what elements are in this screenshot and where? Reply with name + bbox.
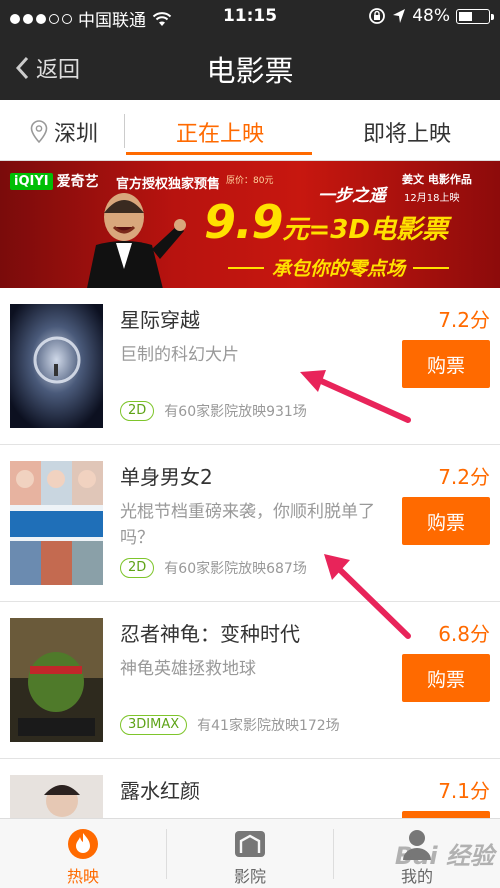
movie-score: 7.1分 bbox=[438, 779, 490, 803]
tab-coming-soon[interactable]: 即将上映 bbox=[363, 116, 451, 148]
divider bbox=[124, 114, 125, 148]
buy-ticket-button[interactable]: 购票 bbox=[402, 654, 490, 702]
movie-poster[interactable] bbox=[10, 618, 103, 742]
movie-description: 光棍节档重磅来袭，你顺利脱单了吗？ bbox=[120, 502, 375, 548]
cinema-count: 有60家影院放映687场 bbox=[164, 561, 307, 577]
movie-title: 忍者神龟：变种时代 bbox=[120, 622, 300, 646]
buy-ticket-button[interactable]: 购票 bbox=[402, 340, 490, 388]
movie-title: 露水红颜 bbox=[120, 779, 200, 803]
flame-icon bbox=[68, 829, 98, 859]
movie-title: 星际穿越 bbox=[120, 308, 200, 332]
movie-title: 单身男女2 bbox=[120, 465, 213, 489]
movie-score: 7.2分 bbox=[438, 308, 490, 332]
active-tab-indicator bbox=[126, 152, 312, 155]
list-item[interactable]: 星际穿越 7.2分 巨制的科幻大片 购票 2D 有60家影院放映931场 bbox=[0, 288, 500, 445]
original-price: 原价：80元 bbox=[226, 176, 274, 186]
cinema-count: 有41家影院放映172场 bbox=[197, 718, 340, 734]
cinema-icon bbox=[235, 831, 265, 857]
rotation-lock-icon bbox=[369, 8, 386, 24]
tab-cinemas[interactable]: 影院 bbox=[167, 819, 333, 888]
location-pin-icon bbox=[30, 120, 48, 144]
location-arrow-icon bbox=[393, 9, 406, 23]
list-item[interactable]: 忍者神龟：变种时代 6.8分 神龟英雄拯救地球 购票 3DIMAX 有41家影院… bbox=[0, 602, 500, 759]
movie-poster[interactable] bbox=[10, 775, 103, 818]
city-selector[interactable]: 深圳 bbox=[30, 116, 98, 148]
tab-hot-movies[interactable]: 热映 bbox=[0, 819, 166, 888]
tab-now-showing[interactable]: 正在上映 bbox=[176, 116, 264, 148]
watermark-logo: Bai 经验 bbox=[394, 842, 494, 870]
page-title: 电影票 bbox=[206, 54, 294, 88]
list-item[interactable]: 单身男女2 7.2分 光棍节档重磅来袭，你顺利脱单了吗？ 购票 2D 有60家影… bbox=[0, 445, 500, 602]
movie-score: 7.2分 bbox=[438, 465, 490, 489]
status-bar: 中国联通 11:15 48% bbox=[0, 0, 500, 34]
movie-description: 巨制的科幻大片 bbox=[120, 345, 239, 365]
promo-banner[interactable]: iQIYI 爱奇艺 官方授权独家预售 原价：80元 一步之遥 姜文 电影作品 1… bbox=[0, 161, 500, 288]
navigation-bar: 返回 电影票 bbox=[0, 34, 500, 100]
city-label: 深圳 bbox=[54, 122, 99, 147]
list-item[interactable]: 露水红颜 7.1分 购票 bbox=[0, 759, 500, 818]
movie-poster[interactable] bbox=[10, 461, 103, 585]
cinema-count: 有60家影院放映931场 bbox=[164, 404, 307, 420]
movie-score: 6.8分 bbox=[438, 622, 490, 646]
buy-ticket-button[interactable]: 购票 bbox=[402, 811, 490, 818]
promo-slogan: 承包你的零点场 bbox=[228, 254, 450, 281]
buy-ticket-button[interactable]: 购票 bbox=[402, 497, 490, 545]
format-badge: 3DIMAX bbox=[120, 715, 188, 735]
banner-person-image bbox=[87, 193, 186, 288]
battery-percent: 48% bbox=[412, 6, 450, 26]
movie-list: 星际穿越 7.2分 巨制的科幻大片 购票 2D 有60家影院放映931场 单身男… bbox=[0, 288, 500, 818]
format-badge: 2D bbox=[120, 558, 155, 578]
format-badge: 2D bbox=[120, 401, 155, 421]
director-text: 姜文 电影作品 bbox=[402, 173, 472, 186]
battery-icon bbox=[456, 8, 494, 24]
movie-description: 神龟英雄拯救地球 bbox=[120, 659, 256, 679]
top-bar: 中国联通 11:15 48% 返回 电影票 bbox=[0, 0, 500, 100]
promo-price: 9.9元=3D电影票 bbox=[204, 195, 448, 249]
movie-poster[interactable] bbox=[10, 304, 103, 428]
